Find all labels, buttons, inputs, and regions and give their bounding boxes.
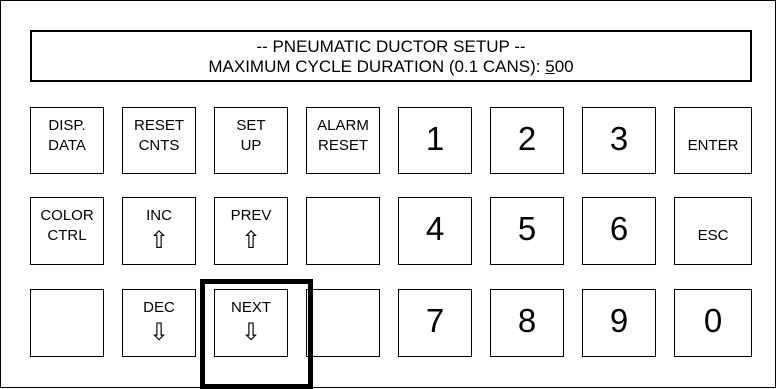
digit-7-button[interactable]: 7 (398, 289, 472, 357)
digit-8-label: 8 (517, 302, 537, 339)
alarm-reset-label: ALARM RESET (317, 117, 369, 154)
up-arrow-icon: ⇧ (240, 227, 262, 254)
down-arrow-icon: ⇩ (148, 319, 170, 346)
digit-0-button[interactable]: 0 (674, 289, 752, 357)
digit-4-label: 4 (425, 210, 445, 247)
cursor-digit: 5 (545, 57, 555, 76)
digit-2-button[interactable]: 2 (490, 107, 564, 174)
reset-cnts-label: RESET CNTS (133, 117, 184, 154)
inc-button[interactable]: INC ⇧ (122, 197, 196, 265)
enter-button[interactable]: ENTER (674, 107, 752, 174)
display-prompt-line: MAXIMUM CYCLE DURATION (0.1 CANS): 500 (32, 57, 750, 77)
digit-4-button[interactable]: 4 (398, 197, 472, 265)
digit-1-button[interactable]: 1 (398, 107, 472, 174)
digit-6-button[interactable]: 6 (582, 197, 656, 265)
status-display: -- PNEUMATIC DUCTOR SETUP -- MAXIMUM CYC… (30, 30, 752, 82)
dec-button[interactable]: DEC ⇩ (122, 289, 196, 357)
digit-1-label: 1 (425, 120, 445, 157)
prev-button[interactable]: PREV ⇧ (214, 197, 288, 265)
esc-label: ESC (697, 227, 729, 244)
digit-2-label: 2 (517, 120, 537, 157)
next-button[interactable]: NEXT ⇩ (214, 289, 288, 357)
color-ctrl-button[interactable]: COLOR CTRL (30, 197, 104, 265)
set-up-label: SET UP (236, 117, 266, 154)
digit-0-label: 0 (703, 302, 723, 339)
disp-data-label: DISP. DATA (48, 117, 86, 154)
digit-3-button[interactable]: 3 (582, 107, 656, 174)
digit-8-button[interactable]: 8 (490, 289, 564, 357)
color-ctrl-label: COLOR CTRL (40, 207, 94, 244)
prev-label: PREV (230, 207, 272, 224)
next-label: NEXT (230, 299, 271, 316)
down-arrow-icon: ⇩ (240, 319, 262, 346)
blank-key-row3-right[interactable] (306, 289, 380, 357)
display-title: -- PNEUMATIC DUCTOR SETUP -- (256, 37, 526, 56)
blank-key-row3-left[interactable] (30, 289, 104, 357)
blank-key-row2[interactable] (306, 197, 380, 265)
reset-cnts-button[interactable]: RESET CNTS (122, 107, 196, 174)
enter-label: ENTER (687, 137, 739, 154)
digit-6-label: 6 (609, 210, 629, 247)
disp-data-button[interactable]: DISP. DATA (30, 107, 104, 174)
digit-7-label: 7 (425, 302, 445, 339)
digit-5-label: 5 (517, 210, 537, 247)
value-rest: 00 (554, 57, 574, 76)
set-up-button[interactable]: SET UP (214, 107, 288, 174)
digit-9-button[interactable]: 9 (582, 289, 656, 357)
inc-label: INC (146, 207, 172, 224)
alarm-reset-button[interactable]: ALARM RESET (306, 107, 380, 174)
up-arrow-icon: ⇧ (148, 227, 170, 254)
display-prompt: MAXIMUM CYCLE DURATION (0.1 CANS): (208, 57, 546, 76)
dec-label: DEC (143, 299, 175, 316)
control-panel: -- PNEUMATIC DUCTOR SETUP -- MAXIMUM CYC… (0, 0, 776, 389)
digit-9-label: 9 (609, 302, 629, 339)
digit-5-button[interactable]: 5 (490, 197, 564, 265)
esc-button[interactable]: ESC (674, 197, 752, 265)
digit-3-label: 3 (609, 120, 629, 157)
